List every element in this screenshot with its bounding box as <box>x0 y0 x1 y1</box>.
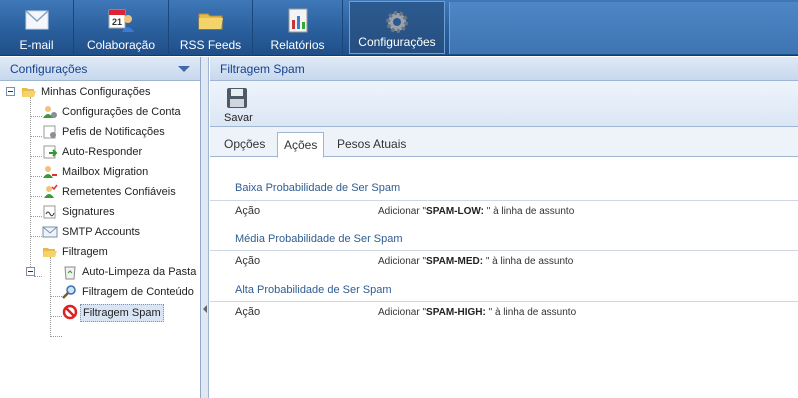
navigation-title: Configurações <box>10 62 88 76</box>
tree-connector <box>30 236 42 237</box>
envelope-icon <box>42 226 58 238</box>
tree-label: Mailbox Migration <box>62 166 149 178</box>
trusted-sender-icon <box>44 184 58 198</box>
auto-responder-icon <box>43 145 58 159</box>
app-settings-label: Configurações <box>358 35 436 49</box>
mailbox-migration-icon <box>43 166 57 178</box>
app-toolbar: E-mail 21 Colaboração RSS Feeds Relatóri… <box>0 0 798 56</box>
action-value: Adicionar "SPAM-LOW: " à linha de assunt… <box>378 206 575 217</box>
action-key: Ação <box>235 306 261 318</box>
app-reports-button[interactable]: Relatórios <box>253 0 343 56</box>
tab-options[interactable]: Opções <box>218 133 271 157</box>
tree-connector <box>30 176 42 177</box>
tree-connector <box>50 316 62 317</box>
tree-label: Auto-Limpeza da Pasta <box>82 266 197 278</box>
section-heading-medium: Média Probabilidade de Ser Spam <box>235 233 403 245</box>
calendar-contacts-icon: 21 <box>108 9 134 32</box>
tree-label: Filtragem de Conteúdo <box>82 286 194 298</box>
tab-actions[interactable]: Ações <box>277 132 325 158</box>
collapse-toggle-icon[interactable] <box>6 87 15 96</box>
action-row-low: Ação Adicionar "SPAM-LOW: " à linha de a… <box>210 200 798 222</box>
report-icon <box>288 8 307 33</box>
prohibited-icon <box>62 304 78 320</box>
folder-icon <box>198 13 223 30</box>
action-key: Ação <box>235 255 261 267</box>
spam-filter-panel: Filtragem Spam Savar Opções Ações Pesos … <box>210 57 798 398</box>
panel-title: Filtragem Spam <box>210 57 798 81</box>
tree-connector <box>30 216 42 217</box>
floppy-disk-icon <box>227 88 247 108</box>
email-icon <box>24 10 49 30</box>
tree-label: Signatures <box>62 206 115 218</box>
tab-current-weights[interactable]: Pesos Atuais <box>331 133 412 157</box>
action-value: Adicionar "SPAM-MED: " à linha de assunt… <box>378 256 574 267</box>
app-collaboration-button[interactable]: 21 Colaboração <box>74 0 169 56</box>
app-settings-button[interactable]: Configurações <box>349 1 445 54</box>
panel-splitter[interactable] <box>201 57 209 398</box>
app-email-button[interactable]: E-mail <box>0 0 74 56</box>
notification-icon <box>43 125 56 139</box>
tree-label: Remetentes Confiáveis <box>62 186 176 198</box>
app-rss-label: RSS Feeds <box>179 38 242 52</box>
app-reports-label: Relatórios <box>270 38 325 52</box>
panel-toolbar: Savar <box>210 81 798 127</box>
tree-connector <box>30 136 42 137</box>
collapse-arrow-icon[interactable] <box>178 66 190 72</box>
app-rss-button[interactable]: RSS Feeds <box>169 0 253 56</box>
collapse-left-arrow-icon[interactable] <box>203 305 207 313</box>
tree-label: Configurações de Conta <box>62 106 181 118</box>
tree-label: SMTP Accounts <box>62 226 141 238</box>
action-row-medium: Ação Adicionar "SPAM-MED: " à linha de a… <box>210 250 798 272</box>
signature-icon <box>43 205 56 219</box>
tree-connector <box>34 276 42 277</box>
tree-label: Auto-Responder <box>62 146 143 158</box>
tree-label: Pefis de Notificações <box>62 126 165 138</box>
tree-connector <box>50 336 62 337</box>
save-label: Savar <box>224 112 253 124</box>
navigation-header: Configurações <box>0 57 200 81</box>
tree-label: Filtragem <box>62 246 108 258</box>
settings-navigation-panel: Configurações Minhas Configurações Confi… <box>0 57 201 398</box>
toolbar-filler <box>449 2 798 54</box>
action-row-high: Ação Adicionar "SPAM-HIGH: " à linha de … <box>210 301 798 323</box>
tree-connector <box>30 116 42 117</box>
section-heading-low: Baixa Probabilidade de Ser Spam <box>235 182 401 194</box>
tab-bar: Opções Ações Pesos Atuais <box>210 127 798 158</box>
magnifier-icon <box>62 285 76 299</box>
gear-icon <box>386 11 408 33</box>
tree-connector <box>30 196 42 197</box>
app-collaboration-label: Colaboração <box>86 38 156 52</box>
open-folder-icon <box>43 248 57 257</box>
open-folder-icon <box>22 88 36 97</box>
svg-text:21: 21 <box>112 17 122 27</box>
section-heading-high: Alta Probabilidade de Ser Spam <box>235 284 392 296</box>
tree-connector <box>50 296 62 297</box>
collapse-toggle-icon[interactable] <box>26 267 35 276</box>
app-email-label: E-mail <box>19 38 54 52</box>
action-value: Adicionar "SPAM-HIGH: " à linha de assun… <box>378 307 577 318</box>
tree-connector <box>30 97 31 275</box>
tree-connector <box>30 156 42 157</box>
recycle-bin-icon <box>64 266 76 280</box>
tree-label: Filtragem Spam <box>80 304 164 322</box>
action-key: Ação <box>235 205 261 217</box>
tree-label: Minhas Configurações <box>41 86 151 98</box>
user-settings-icon <box>43 106 57 118</box>
save-button[interactable]: Savar <box>220 85 258 125</box>
